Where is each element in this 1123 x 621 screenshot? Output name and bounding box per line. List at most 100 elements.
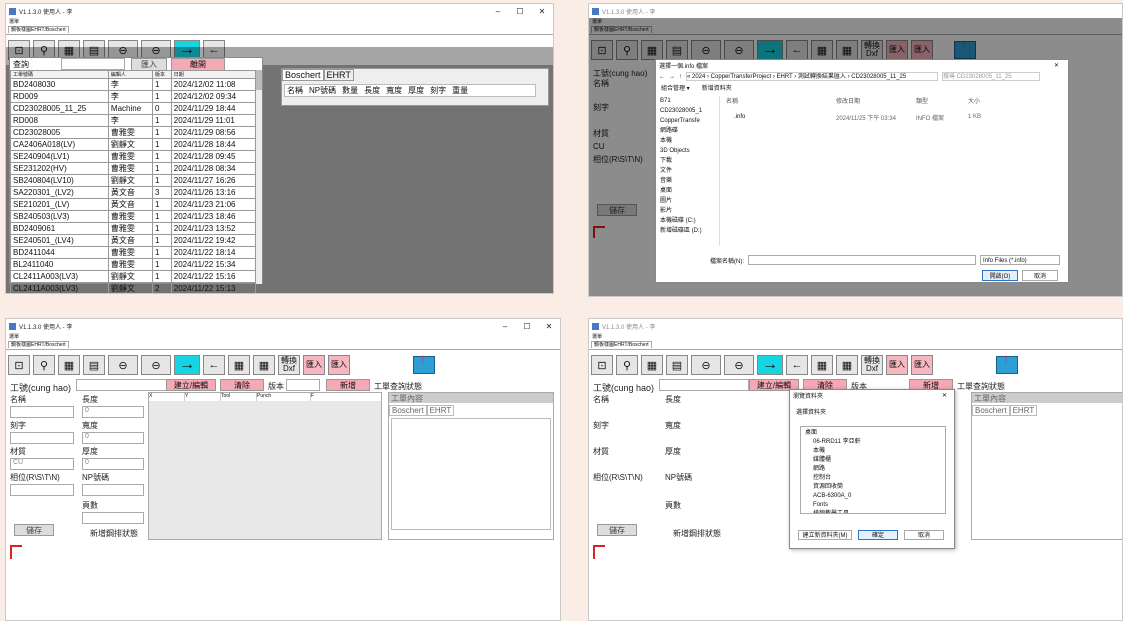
- detail-col-header[interactable]: 刻字: [428, 85, 448, 96]
- nav-item[interactable]: 桌面: [660, 186, 719, 196]
- tree-item[interactable]: 06-RRD11 李亞軒: [805, 438, 941, 447]
- detail-col-header[interactable]: 長度: [362, 85, 382, 96]
- nav-back-icon[interactable]: ←: [659, 74, 665, 80]
- mirror-x-icon[interactable]: ⊖: [691, 355, 721, 375]
- col-f[interactable]: F: [311, 393, 351, 401]
- nav-item[interactable]: 本機磁碟 (C:): [660, 216, 719, 226]
- import-boschert-button[interactable]: 匯入: [886, 355, 908, 375]
- grid-icon[interactable]: ▦: [641, 355, 663, 375]
- col-punch[interactable]: Punch: [257, 393, 311, 401]
- filter-select[interactable]: Info Files (*.info): [980, 255, 1060, 265]
- version-select[interactable]: [286, 379, 320, 391]
- nav-item[interactable]: 新增磁碟區 (D:): [660, 226, 719, 236]
- detail-col-header[interactable]: 數量: [340, 85, 360, 96]
- tab-boschert[interactable]: Boschert: [282, 69, 324, 81]
- tab-ehrt[interactable]: EHRT: [426, 405, 455, 416]
- import-ehrt-button[interactable]: 匯入: [911, 355, 933, 375]
- np-input[interactable]: [82, 484, 144, 496]
- nav-item[interactable]: 圖片: [660, 196, 719, 206]
- width-input[interactable]: 0: [82, 432, 144, 444]
- minimize-button[interactable]: –: [487, 7, 509, 16]
- tree-item[interactable]: 媒體櫃: [805, 456, 941, 465]
- engrave-input[interactable]: [10, 432, 74, 444]
- save-button[interactable]: 儲存: [14, 524, 54, 536]
- zoom-fit-icon[interactable]: ⊡: [8, 355, 30, 375]
- tree-item[interactable]: 資源回收筒: [805, 483, 941, 492]
- add-button[interactable]: 新增: [326, 379, 370, 391]
- doc-tab[interactable]: 鋼板樣圖EHRT/Boschert: [591, 341, 652, 348]
- doc-tab[interactable]: 鋼板樣圖EHRT/Boschert: [8, 341, 69, 348]
- nav-item[interactable]: CopperTransfe: [660, 116, 719, 126]
- address-bar[interactable]: « 2024 › CopperTransferProject › EHRT › …: [686, 72, 938, 81]
- new-folder-button[interactable]: 建立新資料夾(M): [798, 530, 852, 540]
- tree-item[interactable]: Fonts: [805, 501, 941, 510]
- table-row[interactable]: RD008 李 1 2024/11/29 11:01: [10, 114, 257, 127]
- organize-menu[interactable]: 組合管理 ▾: [661, 83, 690, 92]
- phase-input[interactable]: [10, 484, 74, 496]
- query-col-header[interactable]: 日期: [170, 70, 257, 79]
- col-tool[interactable]: Tool: [221, 393, 257, 401]
- query-search-input[interactable]: [61, 58, 125, 70]
- nav-item[interactable]: 3D Objects: [660, 146, 719, 156]
- minimize-button[interactable]: –: [494, 322, 516, 331]
- tree-item[interactable]: 桌面: [805, 429, 941, 438]
- table-row[interactable]: SE240501_(LV4) 黃文音 1 2024/11/22 19:42: [10, 234, 257, 247]
- nav-forward-icon[interactable]: →: [669, 74, 675, 80]
- tab-boschert[interactable]: Boschert: [972, 405, 1010, 416]
- detail-col-header[interactable]: 寬度: [384, 85, 404, 96]
- convert-button[interactable]: 轉換 Dxf: [861, 355, 883, 375]
- mirror-y-icon[interactable]: ⊖: [724, 355, 754, 375]
- cancel-button[interactable]: 取消: [904, 530, 944, 540]
- folder-dialog-close[interactable]: ✕: [942, 392, 954, 399]
- pages-input[interactable]: [82, 512, 144, 524]
- mirror-x-icon[interactable]: ⊖: [108, 355, 138, 375]
- table-row[interactable]: CA2406A018(LV) 劉靜文 1 2024/11/28 18:44: [10, 138, 257, 151]
- clear-button[interactable]: 清除: [220, 379, 264, 391]
- grid-icon[interactable]: ▦: [58, 355, 80, 375]
- arrow-left-icon[interactable]: ←: [203, 355, 225, 375]
- name-input[interactable]: [10, 406, 74, 418]
- tree-item[interactable]: 網路: [805, 465, 941, 474]
- save-button[interactable]: 儲存: [597, 524, 637, 536]
- doc-tab[interactable]: 鋼板樣圖EHRT/Boschert: [8, 26, 69, 33]
- table-row[interactable]: BD2408030 李 1 2024/12/02 11:08: [10, 78, 257, 91]
- nav-item[interactable]: 音樂: [660, 176, 719, 186]
- filename-input[interactable]: [748, 255, 976, 265]
- grid-icon-3[interactable]: ▦: [836, 355, 858, 375]
- open-button[interactable]: 開啟(O): [982, 270, 1018, 281]
- nav-item[interactable]: CD23028005_1: [660, 106, 719, 116]
- arrow-left-icon[interactable]: ←: [786, 355, 808, 375]
- nav-up-icon[interactable]: ↑: [679, 74, 682, 80]
- nav-item[interactable]: B71: [660, 96, 719, 106]
- import-ehrt-button[interactable]: 匯入: [328, 355, 350, 375]
- col-type[interactable]: 類型: [916, 96, 968, 106]
- col-size[interactable]: 大小: [968, 96, 1008, 106]
- nav-item[interactable]: 下載: [660, 156, 719, 166]
- tab-boschert[interactable]: Boschert: [389, 405, 427, 416]
- query-import-button[interactable]: 匯入: [131, 57, 167, 71]
- grid-icon-2[interactable]: ▦: [228, 355, 250, 375]
- zoom-icon[interactable]: ⚲: [616, 355, 638, 375]
- query-col-header[interactable]: 工單號碼: [10, 70, 109, 79]
- table-row[interactable]: CL2411A003(LV3) 劉靜文 2 2024/11/22 15:13: [10, 282, 257, 293]
- length-input[interactable]: 0: [82, 406, 144, 418]
- table-row[interactable]: RD009 李 1 2024/12/02 09:34: [10, 90, 257, 103]
- work-no-input[interactable]: [659, 379, 749, 391]
- nav-item[interactable]: 影片: [660, 206, 719, 216]
- nav-item[interactable]: 本機: [660, 136, 719, 146]
- address-search[interactable]: 搜尋 CD23028005_11_25: [942, 72, 1040, 81]
- menu-bar[interactable]: 選單: [6, 333, 560, 341]
- table-row[interactable]: SE210201_(LV) 黃文音 1 2024/11/23 21:06: [10, 198, 257, 211]
- close-button[interactable]: ✕: [531, 7, 553, 16]
- table-row[interactable]: CL2411A003(LV3) 劉靜文 1 2024/11/22 15:16: [10, 270, 257, 283]
- tab-ehrt[interactable]: EHRT: [1009, 405, 1038, 416]
- tab-ehrt[interactable]: EHRT: [323, 69, 354, 81]
- query-col-header[interactable]: 編輯人: [107, 70, 154, 79]
- grid-icon-3[interactable]: ▦: [253, 355, 275, 375]
- convert-button[interactable]: 轉換 Dxf: [278, 355, 300, 375]
- nav-item[interactable]: 網路碟: [660, 126, 719, 136]
- zoom-fit-icon[interactable]: ⊡: [591, 355, 613, 375]
- thickness-input[interactable]: 0: [82, 458, 144, 470]
- table-row[interactable]: SA220301_(LV2) 黃文音 3 2024/11/26 13:16: [10, 186, 257, 199]
- col-name[interactable]: 名稱: [726, 96, 836, 106]
